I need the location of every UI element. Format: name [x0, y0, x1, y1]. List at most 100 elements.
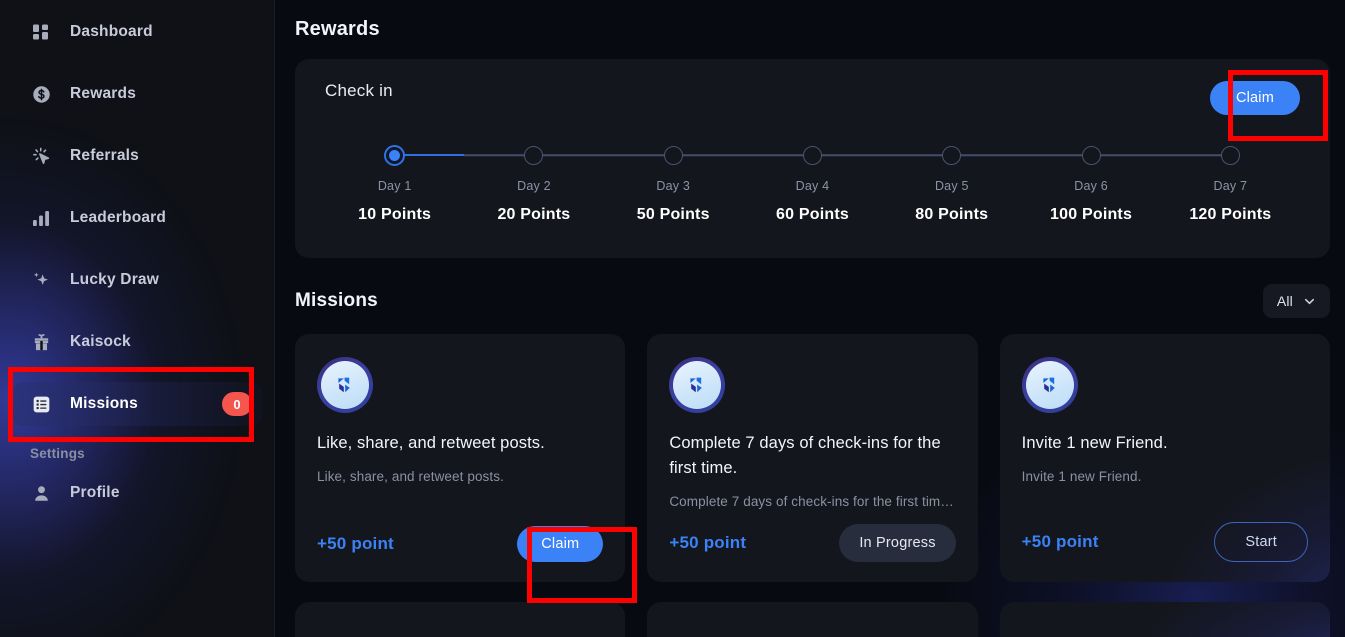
sidebar-item-label: Profile [70, 484, 120, 501]
track-line-right [951, 154, 1022, 156]
dashboard-grid-icon [30, 21, 52, 43]
sidebar-item-label: Leaderboard [70, 209, 167, 226]
track-line-left [1021, 154, 1092, 156]
step-points-text: 50 Points [636, 206, 710, 223]
step-label-day-3: Day 3 50 Points [604, 179, 743, 224]
mission-points: +50 point [1021, 532, 1099, 551]
track-line-right [1091, 154, 1161, 156]
sparkle-icon [30, 269, 52, 291]
nav-gap [0, 54, 274, 72]
page-title: Rewards [295, 18, 380, 40]
check-in-step-day-4[interactable] [742, 145, 883, 165]
step-points-text: 100 Points [1050, 206, 1133, 223]
step-day-text: Day 1 [377, 179, 412, 193]
step-day-text: Day 5 [934, 179, 969, 193]
check-in-step-day-1[interactable] [325, 144, 465, 166]
sidebar-item-label: Lucky Draw [70, 271, 160, 288]
check-in-progress-track: Day 1 10 Points Day 2 20 Points Day 3 50… [325, 144, 1300, 249]
sidebar-item-label: Referrals [70, 147, 140, 164]
mission-card[interactable]: Invite 1 new Friend. Invite 1 new Friend… [1000, 334, 1330, 582]
sidebar-item-referrals[interactable]: Referrals [12, 134, 262, 178]
checkin-claim-button[interactable]: Claim [1209, 81, 1300, 115]
mission-title: Complete 7 days of check-ins for the fir… [669, 434, 941, 477]
check-in-step-day-3[interactable] [603, 145, 743, 165]
step-label-day-1: Day 1 10 Points [325, 179, 464, 224]
missions-grid-next-row [295, 602, 1330, 637]
sidebar-item-label: Dashboard [70, 23, 153, 40]
sidebar-section-settings: Settings [30, 446, 85, 461]
check-in-card: Check in Claim Day 1 10 Points Day 2 20 … [295, 59, 1330, 258]
coin-dollar-icon [30, 83, 52, 105]
sidebar-item-label: Kaisock [70, 333, 131, 350]
step-dot [524, 145, 544, 165]
missions-count-badge: 0 [222, 392, 252, 416]
step-label-day-6: Day 6 100 Points [1021, 179, 1160, 224]
mission-footer: +50 point Start [1022, 522, 1308, 562]
mission-claim-button[interactable]: Claim [517, 526, 604, 562]
sidebar-item-kaisock[interactable]: Kaisock [12, 320, 262, 364]
mission-description: Complete 7 days of check-ins for the fir… [669, 494, 954, 509]
sidebar-item-rewards[interactable]: Rewards [12, 72, 262, 116]
bar-chart-icon [30, 207, 52, 229]
step-dot-active [384, 144, 406, 166]
step-points-text: 10 Points [358, 206, 432, 223]
track-line-right [812, 154, 883, 156]
chevron-down-icon [1303, 295, 1316, 308]
mission-title: Invite 1 new Friend. [1021, 434, 1168, 452]
mission-title: Like, share, and retweet posts. [317, 434, 545, 452]
mission-card[interactable] [647, 602, 978, 637]
sidebar-item-lucky-draw[interactable]: Lucky Draw [12, 258, 262, 302]
step-dot [802, 145, 822, 165]
step-label-day-5: Day 5 80 Points [882, 179, 1021, 224]
check-in-step-day-2[interactable] [464, 145, 604, 165]
step-points-text: 80 Points [915, 206, 989, 223]
missions-grid: Like, share, and retweet posts. Like, sh… [295, 334, 1330, 582]
step-dot [663, 145, 683, 165]
mission-footer: +50 point In Progress [669, 524, 956, 562]
check-in-step-day-7[interactable] [1160, 145, 1300, 165]
app-root: Dashboard Rewards Referrals Leaderboard … [0, 0, 1345, 637]
sidebar-item-missions[interactable]: Missions 0 [12, 382, 262, 426]
mission-in-progress-button[interactable]: In Progress [839, 524, 956, 562]
check-in-step-day-6[interactable] [1021, 145, 1161, 165]
step-day-text: Day 3 [656, 179, 691, 193]
step-label-day-7: Day 7 120 Points [1161, 179, 1300, 224]
sidebar-item-profile[interactable]: Profile [12, 471, 262, 515]
mission-card[interactable]: Complete 7 days of check-ins for the fir… [647, 334, 978, 582]
step-day-text: Day 4 [795, 179, 830, 193]
kaisock-logo-icon [669, 357, 726, 413]
step-points-text: 120 Points [1189, 206, 1272, 223]
list-board-icon [30, 393, 52, 415]
step-label-day-4: Day 4 60 Points [743, 179, 882, 224]
step-day-text: Day 7 [1213, 179, 1248, 193]
check-in-step-labels: Day 1 10 Points Day 2 20 Points Day 3 50… [325, 179, 1300, 224]
missions-title: Missions [295, 290, 378, 311]
mission-footer: +50 point Claim [317, 526, 604, 562]
kaisock-logo-icon [317, 357, 373, 413]
check-in-step-day-5[interactable] [882, 145, 1022, 165]
mission-description: Invite 1 new Friend. [1021, 469, 1142, 484]
step-day-text: Day 2 [517, 179, 551, 193]
mission-points: +50 point [317, 534, 394, 553]
mission-start-button[interactable]: Start [1214, 522, 1308, 562]
missions-filter-dropdown[interactable]: All [1262, 284, 1330, 318]
mission-card[interactable] [999, 602, 1330, 637]
sidebar-item-label: Missions [70, 395, 138, 412]
track-line-right [394, 154, 465, 156]
track-line-right [533, 154, 604, 156]
check-in-steps-row [325, 144, 1300, 166]
track-line-left [1160, 154, 1231, 156]
check-in-header: Check in Claim [325, 81, 1300, 115]
nav-gap [0, 240, 274, 258]
sidebar-item-dashboard[interactable]: Dashboard [12, 10, 262, 54]
track-line-right [673, 154, 743, 156]
sidebar-item-leaderboard[interactable]: Leaderboard [12, 196, 262, 240]
cursor-click-icon [30, 145, 52, 167]
mission-card[interactable]: Like, share, and retweet posts. Like, sh… [295, 334, 626, 582]
nav-gap [0, 178, 274, 196]
check-in-title: Check in [325, 81, 393, 100]
track-line-left [603, 154, 674, 156]
mission-card[interactable] [295, 602, 626, 637]
main-content: Rewards Check in Claim Day 1 10 Points D… [275, 0, 1345, 637]
step-dot [942, 145, 962, 165]
